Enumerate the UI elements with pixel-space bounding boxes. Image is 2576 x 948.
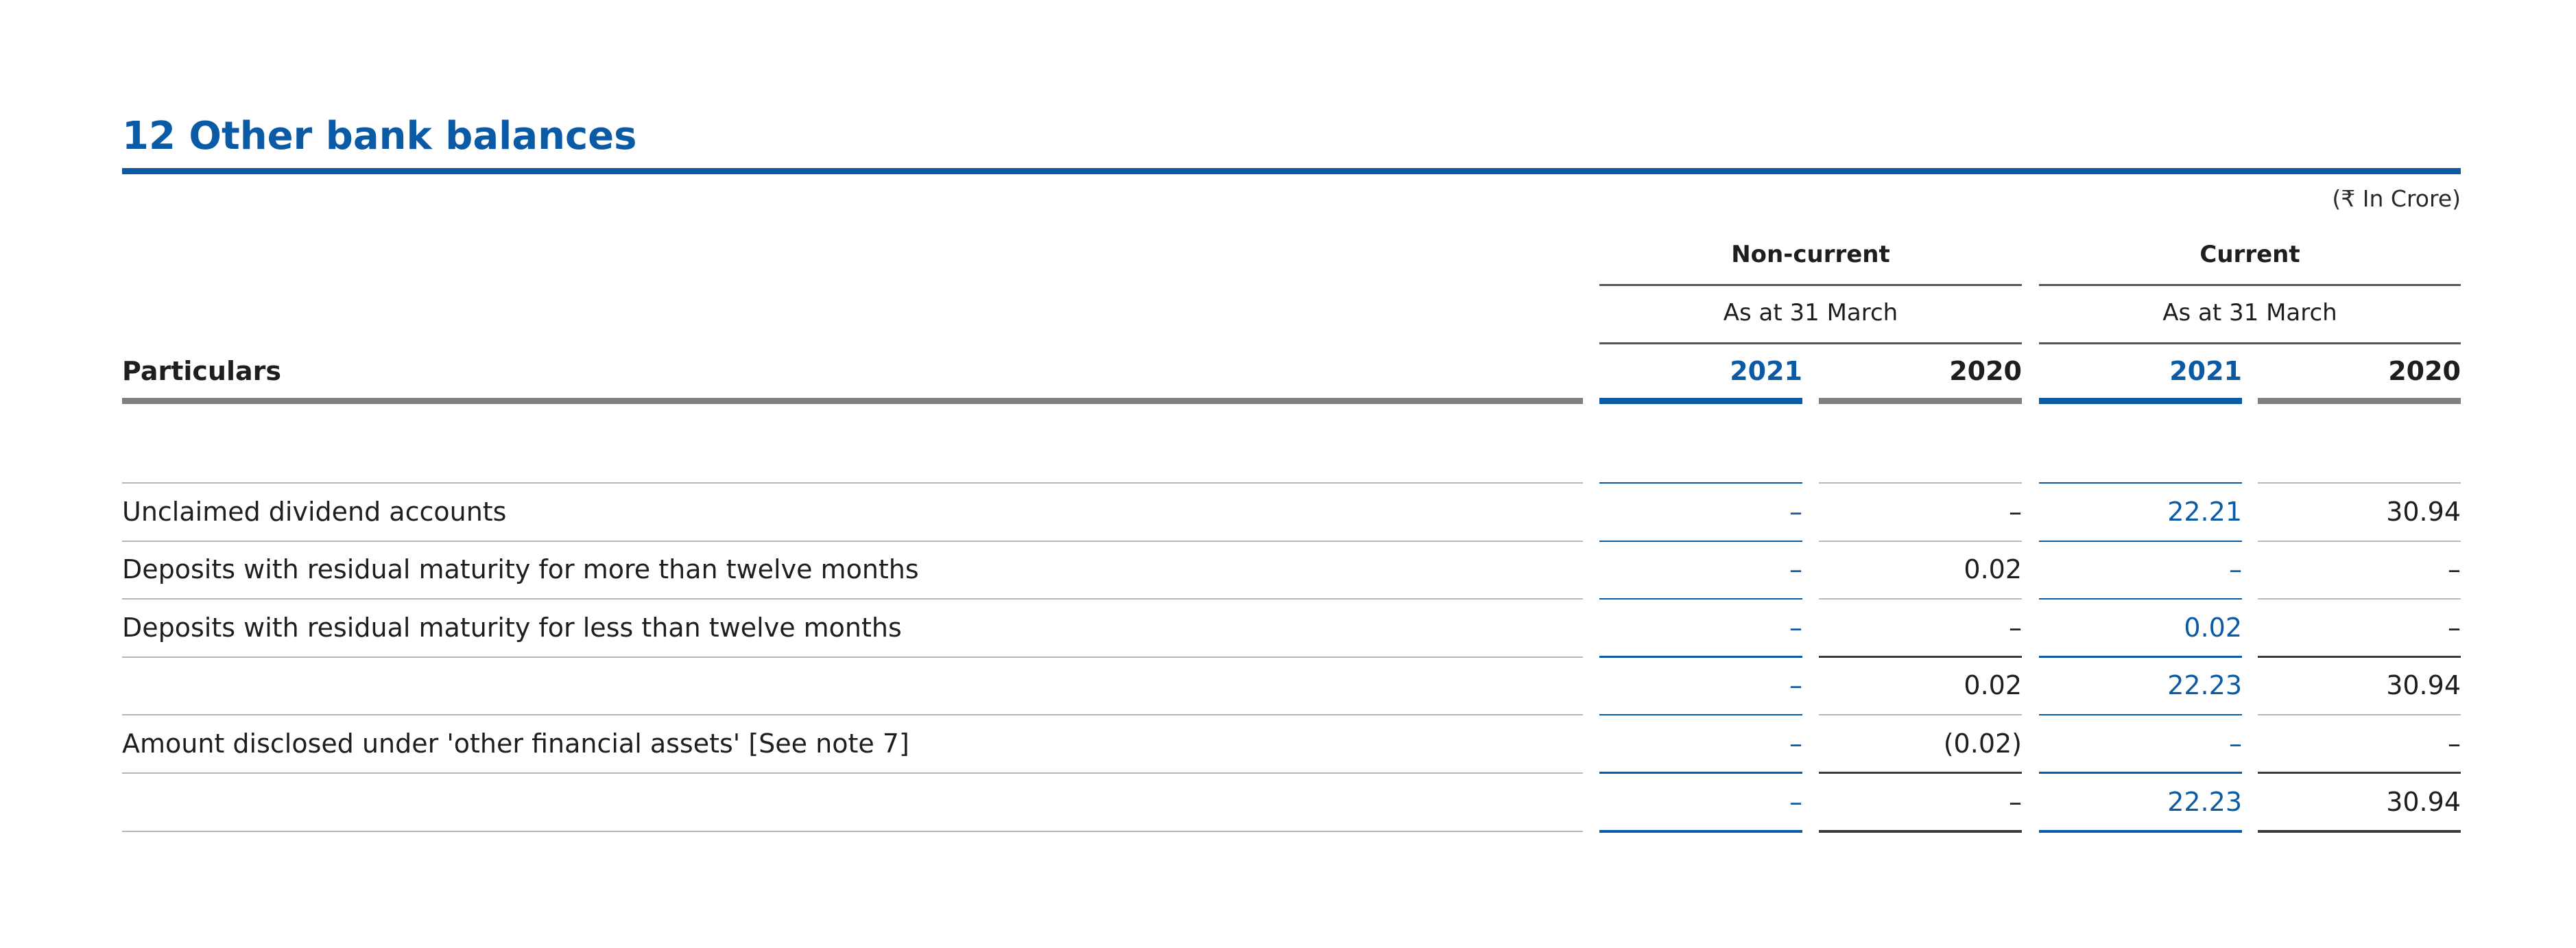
title-rule [122,168,2461,174]
row-rule [1599,714,1802,715]
row-rule [2258,714,2461,715]
row-rule [1819,772,2022,774]
table-row-label: Deposits with residual maturity for less… [122,613,902,643]
group-rule [1599,284,2022,286]
row-rule [2039,656,2242,658]
row-rule [1599,541,1802,542]
group-header-current: Current [2199,241,2300,268]
row-rule [2258,656,2461,658]
subheader-non-current: As at 31 March [1723,299,1898,327]
row-rule [122,598,1583,600]
table-cell: 0.02 [1964,670,2022,700]
year-header-current-2020: 2020 [2388,356,2461,386]
group-header-non-current: Non-current [1731,241,1890,268]
row-rule [2039,772,2242,774]
bottom-rule [2039,830,2242,833]
header-rule [2258,398,2461,404]
row-rule [1819,714,2022,715]
header-rule [122,398,1583,404]
table-cell: – [1789,554,1802,584]
row-rule [2039,714,2242,715]
header-rule [1599,398,1802,404]
row-rule [2258,541,2461,542]
table-cell: 22.23 [2167,670,2242,700]
subheader-current: As at 31 March [2162,299,2337,327]
subheader-rule [1599,342,2022,344]
bottom-rule [1819,830,2022,833]
table-cell: – [2448,613,2461,643]
row-rule [122,482,1583,484]
bottom-rule [1599,830,1802,833]
table-cell: 22.23 [2167,787,2242,817]
row-rule [1599,656,1802,658]
note-title: 12 Other bank balances [122,114,637,158]
bottom-rule [2258,830,2461,833]
table-cell: – [2229,728,2242,759]
table-cell: 22.21 [2167,497,2242,527]
row-rule [2258,772,2461,774]
table-cell: – [1789,497,1802,527]
group-rule [2039,284,2461,286]
row-rule [2039,541,2242,542]
row-rule [1819,656,2022,658]
row-rule [122,772,1583,774]
table-cell: – [2229,554,2242,584]
row-rule [122,656,1583,658]
header-rule [2039,398,2242,404]
table-cell: 30.94 [2386,787,2461,817]
table-row-label: Amount disclosed under 'other financial … [122,728,909,759]
table-cell: 0.02 [2184,613,2242,643]
table-cell: – [1789,728,1802,759]
table-cell: – [2448,554,2461,584]
table-cell: (0.02) [1943,728,2022,759]
table-cell: 30.94 [2386,497,2461,527]
particulars-header: Particulars [122,356,282,386]
row-rule [2039,482,2242,484]
subheader-rule [2039,342,2461,344]
row-rule [1599,772,1802,774]
table-cell: – [2009,497,2022,527]
row-rule [1819,541,2022,542]
row-rule [1599,482,1802,484]
unit-label: (₹ In Crore) [2332,185,2461,212]
table-cell: – [2009,787,2022,817]
table-row-label: Deposits with residual maturity for more… [122,554,919,584]
row-rule [2258,482,2461,484]
row-rule [2039,598,2242,600]
year-header-non-current-2020: 2020 [1949,356,2022,386]
header-rule [1819,398,2022,404]
row-rule [122,541,1583,542]
table-row-label: Unclaimed dividend accounts [122,497,507,527]
table-cell: – [2009,613,2022,643]
row-rule [1599,598,1802,600]
year-header-non-current-2021: 2021 [1730,356,1802,386]
table-cell: – [1789,670,1802,700]
bottom-rule [122,831,1583,832]
table-cell: 0.02 [1964,554,2022,584]
row-rule [1819,482,2022,484]
year-header-current-2021: 2021 [2169,356,2242,386]
row-rule [1819,598,2022,600]
table-cell: – [1789,613,1802,643]
row-rule [2258,598,2461,600]
table-cell: – [1789,787,1802,817]
table-cell: 30.94 [2386,670,2461,700]
table-cell: – [2448,728,2461,759]
row-rule [122,714,1583,715]
